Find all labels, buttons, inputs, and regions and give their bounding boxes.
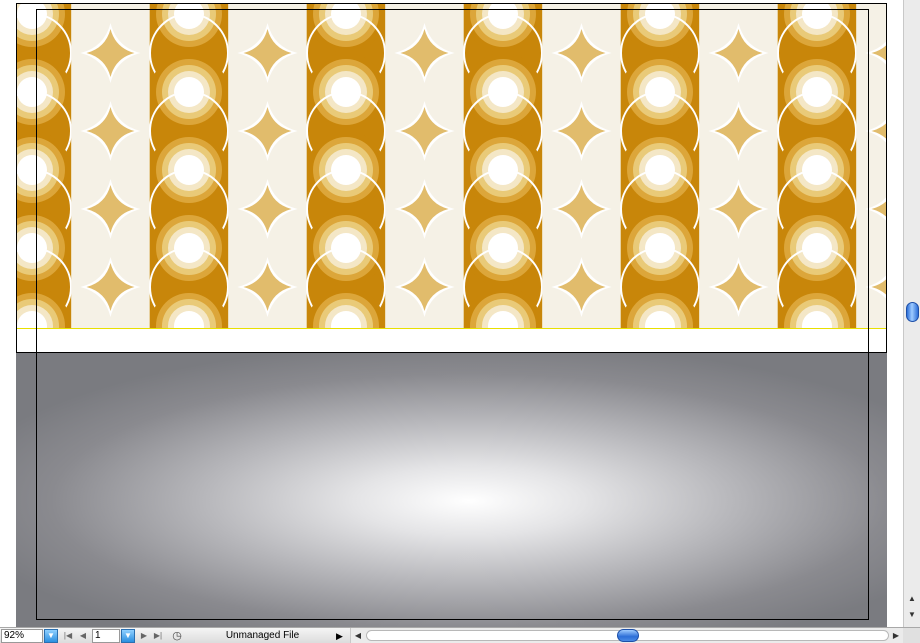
horizontal-scrollbar[interactable]: ◀ ▶ [350,628,903,643]
play-arrow-icon[interactable]: ▶ [336,629,346,643]
first-page-icon[interactable]: |◀ [62,629,74,643]
arrow-right-icon[interactable]: ▶ [890,628,902,643]
artboard-border [16,3,887,353]
vertical-scroll-thumb[interactable] [906,302,919,322]
scrollbar-corner [903,628,920,643]
chevron-down-icon[interactable]: ▼ [121,629,135,643]
zoom-field[interactable]: 92% [1,629,43,643]
arrow-down-icon[interactable]: ▼ [904,608,920,622]
illustrator-window: ▲ ▼ 92% ▼ |◀ ◀ 1 ▼ ▶ ▶| ◷ Unmanaged File… [0,0,920,643]
last-page-icon[interactable]: ▶| [152,629,164,643]
vertical-scrollbar[interactable]: ▲ ▼ [903,0,920,627]
arrow-up-icon[interactable]: ▲ [904,592,920,606]
horizontal-scroll-thumb[interactable] [617,629,639,642]
radial-gradient-shape[interactable] [16,353,887,627]
status-bar: 92% ▼ |◀ ◀ 1 ▼ ▶ ▶| ◷ Unmanaged File ▶ ◀… [0,627,920,643]
next-page-icon[interactable]: ▶ [138,629,150,643]
prev-page-icon[interactable]: ◀ [77,629,89,643]
chevron-down-icon[interactable]: ▼ [44,629,58,643]
status-text: Unmanaged File [225,630,300,641]
document-canvas[interactable] [0,0,903,627]
page-number-field[interactable]: 1 [92,629,120,643]
arrow-left-icon[interactable]: ◀ [352,628,364,643]
clock-icon[interactable]: ◷ [171,629,183,643]
